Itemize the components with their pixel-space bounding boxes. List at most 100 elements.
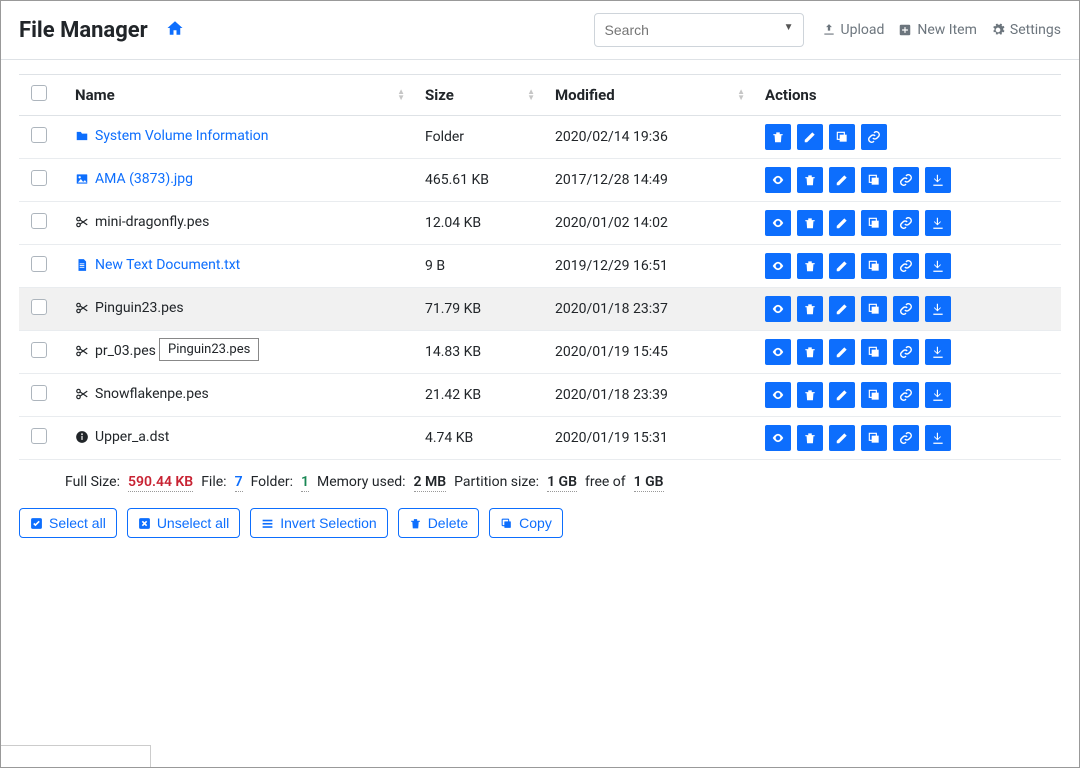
row-checkbox[interactable]	[31, 170, 47, 186]
home-icon[interactable]	[166, 19, 184, 42]
download-action[interactable]	[925, 425, 951, 451]
link-action[interactable]	[893, 210, 919, 236]
rename-action[interactable]	[797, 124, 823, 150]
delete-action[interactable]	[765, 124, 791, 150]
file-modified: 2020/01/19 15:45	[543, 331, 753, 374]
file-name[interactable]: Snowflakenpe.pes	[75, 386, 209, 402]
file-name[interactable]: mini-dragonfly.pes	[75, 214, 209, 230]
row-checkbox[interactable]	[31, 127, 47, 143]
copy-action[interactable]	[861, 167, 887, 193]
copy-action[interactable]	[861, 210, 887, 236]
preview-action[interactable]	[765, 167, 791, 193]
preview-action[interactable]	[765, 296, 791, 322]
scissor-icon	[75, 387, 89, 401]
rename-action[interactable]	[829, 167, 855, 193]
delete-action[interactable]	[797, 339, 823, 365]
delete-action[interactable]	[797, 296, 823, 322]
settings-label: Settings	[1010, 22, 1061, 38]
file-name[interactable]: pr_03.pesPinguin23.pes	[75, 343, 156, 359]
summary-bar: Full Size: 590.44 KB File: 7 Folder: 1 M…	[19, 460, 1061, 502]
column-name[interactable]: Name▲▼	[63, 75, 413, 116]
column-size[interactable]: Size▲▼	[413, 75, 543, 116]
link-action[interactable]	[861, 124, 887, 150]
link-action[interactable]	[893, 425, 919, 451]
link-action[interactable]	[893, 253, 919, 279]
preview-action[interactable]	[765, 425, 791, 451]
delete-action[interactable]	[797, 382, 823, 408]
copy-action[interactable]	[861, 382, 887, 408]
row-checkbox[interactable]	[31, 299, 47, 315]
table-row[interactable]: System Volume InformationFolder2020/02/1…	[19, 116, 1061, 159]
rename-action[interactable]	[829, 339, 855, 365]
file-name[interactable]: AMA (3873).jpg	[75, 171, 193, 187]
download-action[interactable]	[925, 253, 951, 279]
link-action[interactable]	[893, 339, 919, 365]
select-all-button[interactable]: Select all	[19, 508, 117, 538]
download-action[interactable]	[925, 382, 951, 408]
preview-action[interactable]	[765, 253, 791, 279]
preview-action[interactable]	[765, 210, 791, 236]
copy-action[interactable]	[861, 253, 887, 279]
delete-action[interactable]	[797, 167, 823, 193]
file-name[interactable]: Pinguin23.pes	[75, 300, 184, 316]
copy-action[interactable]	[861, 425, 887, 451]
column-actions: Actions	[753, 75, 1061, 116]
preview-action[interactable]	[765, 339, 791, 365]
scissor-icon	[75, 344, 89, 358]
download-action[interactable]	[925, 339, 951, 365]
bulk-actions: Select all Unselect all Invert Selection…	[19, 502, 1061, 544]
column-modified[interactable]: Modified▲▼	[543, 75, 753, 116]
table-row[interactable]: Upper_a.dst4.74 KB2020/01/19 15:31	[19, 417, 1061, 460]
file-name[interactable]: New Text Document.txt	[75, 257, 240, 273]
status-bar-ghost	[1, 745, 151, 767]
delete-action[interactable]	[797, 210, 823, 236]
delete-action[interactable]	[797, 253, 823, 279]
upload-label: Upload	[841, 22, 885, 38]
table-row[interactable]: AMA (3873).jpg465.61 KB2017/12/28 14:49	[19, 159, 1061, 202]
file-size: 71.79 KB	[413, 288, 543, 331]
rename-action[interactable]	[829, 296, 855, 322]
table-row[interactable]: mini-dragonfly.pes12.04 KB2020/01/02 14:…	[19, 202, 1061, 245]
delete-button[interactable]: Delete	[398, 508, 479, 538]
table-row[interactable]: pr_03.pesPinguin23.pes14.83 KB2020/01/19…	[19, 331, 1061, 374]
row-checkbox[interactable]	[31, 213, 47, 229]
file-size: 21.42 KB	[413, 374, 543, 417]
delete-action[interactable]	[797, 425, 823, 451]
new-item-button[interactable]: New Item	[898, 22, 977, 38]
file-size: Folder	[413, 116, 543, 159]
row-checkbox[interactable]	[31, 385, 47, 401]
link-action[interactable]	[893, 296, 919, 322]
upload-button[interactable]: Upload	[822, 22, 885, 38]
invert-selection-button[interactable]: Invert Selection	[250, 508, 388, 538]
copy-action[interactable]	[861, 339, 887, 365]
download-action[interactable]	[925, 296, 951, 322]
file-modified: 2020/01/02 14:02	[543, 202, 753, 245]
link-action[interactable]	[893, 167, 919, 193]
settings-button[interactable]: Settings	[991, 22, 1061, 38]
row-checkbox[interactable]	[31, 342, 47, 358]
table-row[interactable]: Snowflakenpe.pes21.42 KB2020/01/18 23:39	[19, 374, 1061, 417]
copy-button[interactable]: Copy	[489, 508, 563, 538]
copy-action[interactable]	[829, 124, 855, 150]
preview-action[interactable]	[765, 382, 791, 408]
row-checkbox[interactable]	[31, 256, 47, 272]
sort-icon: ▲▼	[527, 89, 535, 101]
sort-icon: ▲▼	[737, 89, 745, 101]
file-name[interactable]: Upper_a.dst	[75, 429, 169, 445]
file-name[interactable]: System Volume Information	[75, 128, 269, 144]
search-input[interactable]	[594, 13, 804, 47]
row-checkbox[interactable]	[31, 428, 47, 444]
file-modified: 2019/12/29 16:51	[543, 245, 753, 288]
rename-action[interactable]	[829, 382, 855, 408]
download-action[interactable]	[925, 167, 951, 193]
link-action[interactable]	[893, 382, 919, 408]
copy-action[interactable]	[861, 296, 887, 322]
table-row[interactable]: New Text Document.txt9 B2019/12/29 16:51	[19, 245, 1061, 288]
download-action[interactable]	[925, 210, 951, 236]
unselect-all-button[interactable]: Unselect all	[127, 508, 240, 538]
rename-action[interactable]	[829, 425, 855, 451]
rename-action[interactable]	[829, 210, 855, 236]
rename-action[interactable]	[829, 253, 855, 279]
select-all-checkbox[interactable]	[31, 85, 47, 101]
table-row[interactable]: Pinguin23.pes71.79 KB2020/01/18 23:37	[19, 288, 1061, 331]
